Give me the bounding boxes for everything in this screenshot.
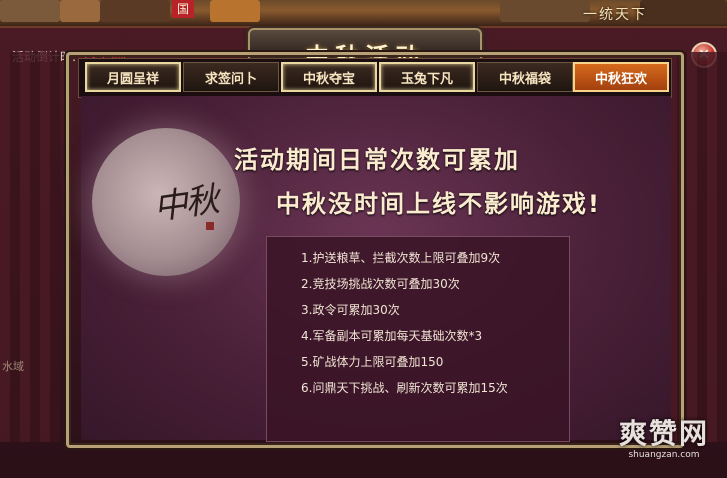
watermark-domain: shuangzan.com <box>628 450 700 460</box>
tab-lucky-bag[interactable]: 中秋福袋 <box>477 62 573 92</box>
side-text: 水域 <box>2 360 24 373</box>
moon-calligraphy: 中秋 <box>151 179 220 229</box>
rule-item: 1.护送粮草、拦截次数上限可叠加9次 <box>301 251 501 265</box>
rule-item: 6.问鼎天下挑战、刷新次数可累加15次 <box>301 381 508 395</box>
watermark: 爽赞网 shuangzan.com <box>619 412 709 460</box>
tab-bar: 月圆呈祥 求签问卜 中秋夺宝 玉兔下凡 中秋福袋 中秋狂欢 <box>78 58 672 98</box>
game-scene-strip: 国 一统天下 <box>0 0 727 26</box>
scene-right-text: 一统天下 <box>583 7 647 23</box>
watermark-title: 爽赞网 <box>618 417 709 450</box>
tab-treasure[interactable]: 中秋夺宝 <box>281 62 377 92</box>
headline-secondary: 中秋没时间上线不影响游戏! <box>276 190 601 218</box>
tab-fortune[interactable]: 求签问卜 <box>183 62 279 92</box>
tab-jade-rabbit[interactable]: 玉兔下凡 <box>379 62 475 92</box>
rule-item: 3.政令可累加30次 <box>301 303 400 317</box>
rules-box: 1.护送粮草、拦截次数上限可叠加9次 2.竞技场挑战次数可叠加30次 3.政令可… <box>266 236 570 442</box>
moon-seal <box>206 222 214 230</box>
curtain-left <box>0 52 60 442</box>
headline-primary: 活动期间日常次数可累加 <box>234 146 520 174</box>
rule-item: 2.竞技场挑战次数可叠加30次 <box>301 277 460 291</box>
rule-item: 5.矿战体力上限可叠加150 <box>301 355 444 369</box>
rule-item: 4.军备副本可累加每天基础次数*3 <box>301 329 483 343</box>
tab-moon-blessing[interactable]: 月圆呈祥 <box>85 62 181 92</box>
scene-tag: 国 <box>172 0 194 18</box>
tab-carnival[interactable]: 中秋狂欢 <box>573 62 669 92</box>
